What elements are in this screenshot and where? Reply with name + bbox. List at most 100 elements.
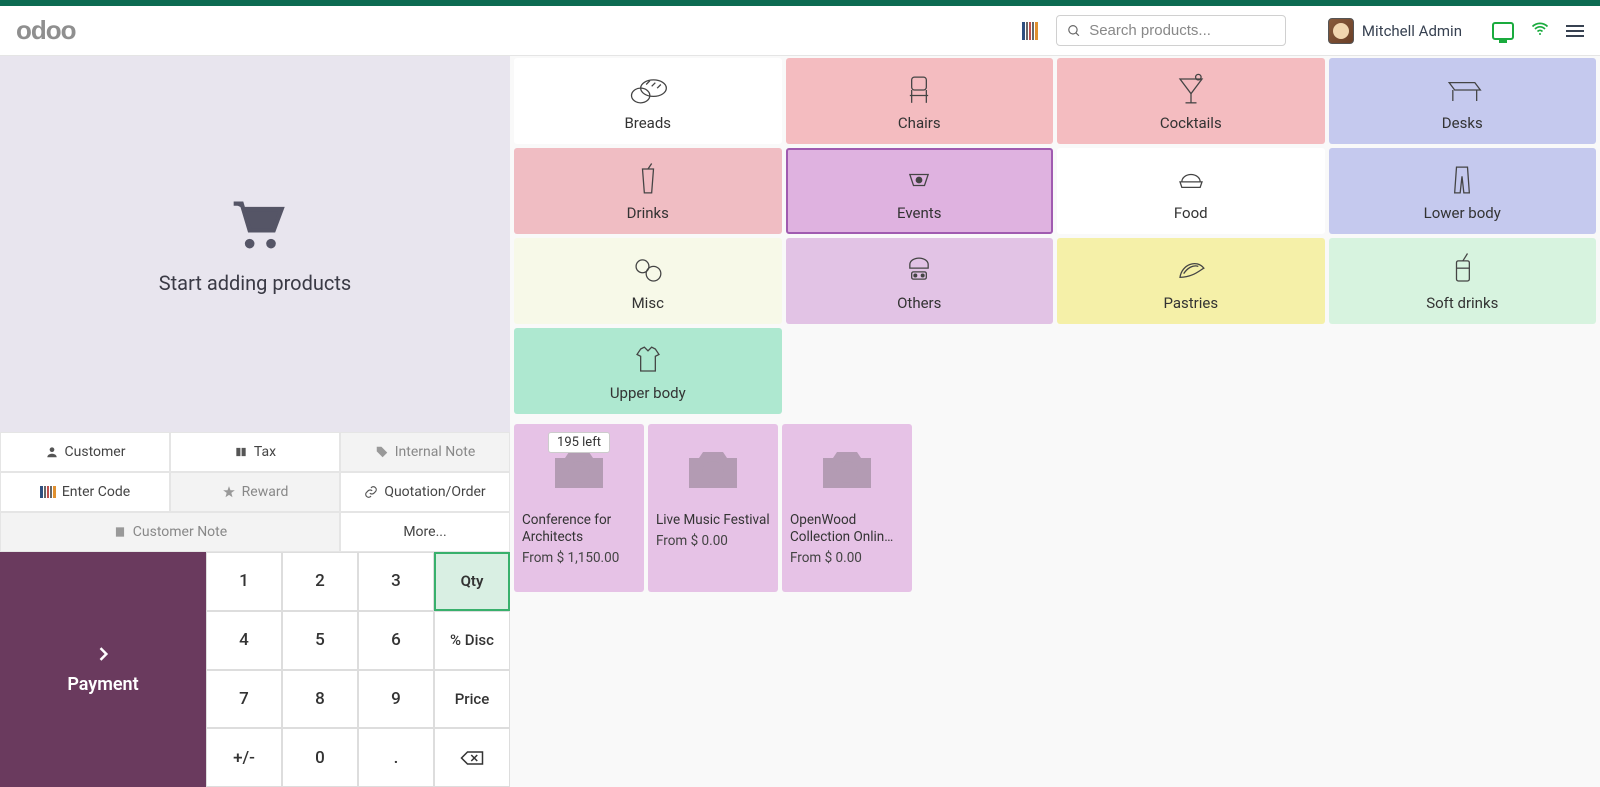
category-label: Cocktails [1160, 114, 1222, 132]
stock-badge: 195 left [548, 432, 610, 453]
desk-icon [1440, 70, 1484, 110]
category-tile-others[interactable]: Others [786, 238, 1054, 324]
category-label: Breads [624, 114, 671, 132]
category-label: Soft drinks [1426, 294, 1498, 312]
main-area: Start adding products Customer Tax Inter… [0, 56, 1600, 787]
numkey-backspace[interactable] [434, 728, 510, 787]
app-header: odoo Mitchell Admin [0, 6, 1600, 56]
product-card[interactable]: Live Music FestivalFrom $ 0.00 [648, 424, 778, 592]
category-tile-cocktails[interactable]: Cocktails [1057, 58, 1325, 144]
softdrink-icon [1440, 250, 1484, 290]
numkey-3[interactable]: 3 [358, 552, 434, 611]
book-icon [234, 445, 248, 459]
numkey-plusminus[interactable]: +/- [206, 728, 282, 787]
status-icons [1492, 19, 1584, 43]
numkey-2[interactable]: 2 [282, 552, 358, 611]
barcode-mini-icon [40, 486, 56, 498]
cocktail-icon [1169, 70, 1213, 110]
numpad-mode-disc[interactable]: % Disc [434, 611, 510, 670]
display-status-icon[interactable] [1492, 22, 1514, 40]
category-tile-desks[interactable]: Desks [1329, 58, 1597, 144]
cart-icon [223, 193, 287, 261]
category-tile-events[interactable]: Events [786, 148, 1054, 234]
category-grid: Breads Chairs Cocktails Desks Drinks Events Fo… [510, 58, 1600, 424]
numkey-0[interactable]: 0 [282, 728, 358, 787]
category-tile-chairs[interactable]: Chairs [786, 58, 1054, 144]
order-panel: Start adding products Customer Tax Inter… [0, 56, 510, 787]
shirt-icon [626, 340, 670, 380]
barcode-icon[interactable] [1022, 22, 1044, 40]
wifi-icon[interactable] [1530, 19, 1550, 43]
category-label: Misc [632, 294, 664, 312]
product-price: From $ 0.00 [790, 550, 904, 566]
category-tile-drinks[interactable]: Drinks [514, 148, 782, 234]
category-label: Desks [1442, 114, 1483, 132]
action-buttons-grid: Customer Tax Internal Note Enter Code Re… [0, 432, 510, 552]
tag-icon [375, 445, 389, 459]
product-price: From $ 1,150.00 [522, 550, 636, 566]
bread-icon [626, 70, 670, 110]
hamburger-menu-icon[interactable] [1566, 25, 1584, 37]
customer-note-button[interactable]: Customer Note [0, 512, 340, 552]
product-name: Conference for Architects [522, 512, 636, 546]
link-icon [364, 485, 378, 499]
chevron-right-icon [93, 644, 113, 664]
category-tile-pastries[interactable]: Pastries [1057, 238, 1325, 324]
internal-note-button[interactable]: Internal Note [340, 432, 510, 472]
chair-icon [897, 70, 941, 110]
pants-icon [1440, 160, 1484, 200]
numkey-5[interactable]: 5 [282, 611, 358, 670]
product-row: 195 left Conference for Architects From $ … [510, 424, 1600, 592]
category-tile-breads[interactable]: Breads [514, 58, 782, 144]
food-icon [1169, 160, 1213, 200]
note-icon [113, 525, 127, 539]
reward-button[interactable]: Reward [170, 472, 340, 512]
numkey-dot[interactable]: . [358, 728, 434, 787]
product-price: From $ 0.00 [656, 533, 770, 549]
backspace-icon [460, 749, 484, 767]
star-icon [222, 485, 236, 499]
category-label: Events [897, 204, 941, 222]
avatar [1328, 18, 1354, 44]
category-tile-misc[interactable]: Misc [514, 238, 782, 324]
tax-button[interactable]: Tax [170, 432, 340, 472]
category-tile-upper-body[interactable]: Upper body [514, 328, 782, 414]
numpad: 1 2 3 Qty 4 5 6 % Disc 7 8 9 Price +/- 0… [206, 552, 510, 787]
user-menu[interactable]: Mitchell Admin [1328, 18, 1462, 44]
enter-code-button[interactable]: Enter Code [0, 472, 170, 512]
search-input[interactable] [1089, 22, 1275, 39]
drink-icon [626, 160, 670, 200]
numkey-9[interactable]: 9 [358, 670, 434, 729]
quotation-order-button[interactable]: Quotation/Order [340, 472, 510, 512]
customer-button[interactable]: Customer [0, 432, 170, 472]
username-label: Mitchell Admin [1362, 22, 1462, 40]
category-label: Others [897, 294, 941, 312]
others-icon [897, 250, 941, 290]
numkey-1[interactable]: 1 [206, 552, 282, 611]
camera-plus-icon [656, 430, 770, 510]
category-label: Chairs [898, 114, 941, 132]
numkey-8[interactable]: 8 [282, 670, 358, 729]
odoo-logo[interactable]: odoo [16, 15, 76, 46]
misc-icon [626, 250, 670, 290]
search-icon [1067, 23, 1081, 39]
category-label: Lower body [1424, 204, 1501, 222]
numkey-7[interactable]: 7 [206, 670, 282, 729]
pastry-icon [1169, 250, 1213, 290]
user-icon [45, 445, 59, 459]
category-tile-soft-drinks[interactable]: Soft drinks [1329, 238, 1597, 324]
camera-plus-icon [790, 430, 904, 510]
product-card[interactable]: 195 left Conference for Architects From $ … [514, 424, 644, 592]
numpad-mode-price[interactable]: Price [434, 670, 510, 729]
payment-button[interactable]: Payment [0, 552, 206, 787]
numpad-mode-qty[interactable]: Qty [434, 552, 510, 611]
event-icon [897, 160, 941, 200]
category-label: Upper body [610, 384, 686, 402]
more-button[interactable]: More... [340, 512, 510, 552]
numkey-4[interactable]: 4 [206, 611, 282, 670]
product-card[interactable]: OpenWood Collection Onlin…From $ 0.00 [782, 424, 912, 592]
numkey-6[interactable]: 6 [358, 611, 434, 670]
category-tile-food[interactable]: Food [1057, 148, 1325, 234]
search-products-box[interactable] [1056, 15, 1286, 46]
category-tile-lower-body[interactable]: Lower body [1329, 148, 1597, 234]
